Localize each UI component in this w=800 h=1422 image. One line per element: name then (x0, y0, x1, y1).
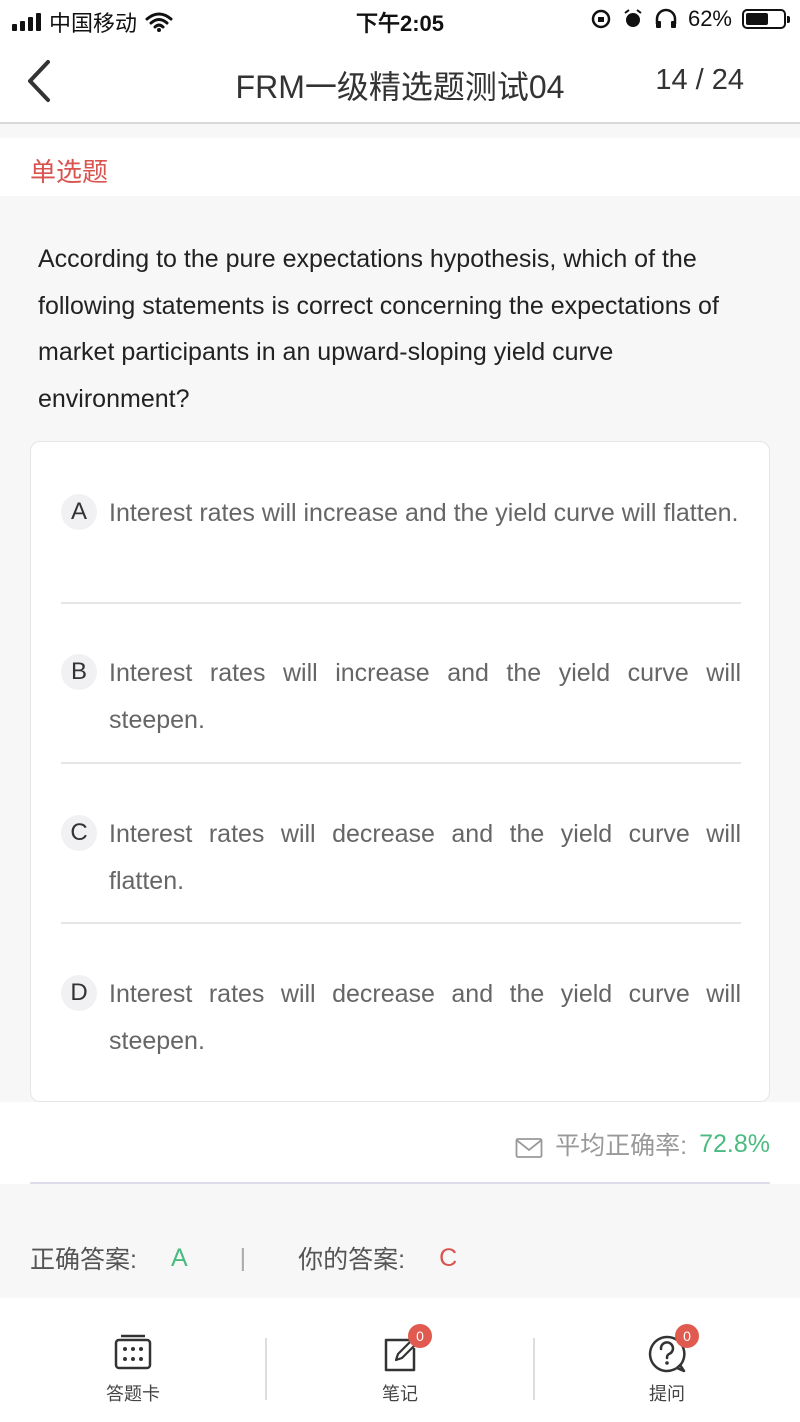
status-right: 62% (590, 6, 790, 32)
question-type-label: 单选题 (30, 157, 109, 187)
accuracy-value: 72.8% (699, 1129, 770, 1158)
option-c[interactable]: C Interest rates will decrease and the y… (61, 773, 741, 933)
option-letter: A (61, 494, 97, 530)
correct-answer-label: 正确答案: (30, 1246, 137, 1274)
answer-sheet-icon (114, 1334, 152, 1370)
option-divider (61, 922, 741, 924)
your-answer-value: C (439, 1243, 458, 1272)
accuracy-stat: 平均正确率: 72.8% (515, 1126, 770, 1162)
divider (30, 1182, 770, 1184)
option-divider (61, 762, 741, 764)
options-card: A Interest rates will increase and the y… (30, 441, 770, 1102)
tab-answer-sheet[interactable]: 答题卡 (0, 1298, 266, 1422)
your-answer-label: 你的答案: (298, 1246, 406, 1274)
option-text: Interest rates will decrease and the yie… (109, 980, 741, 1055)
headphones-icon (655, 8, 677, 28)
tab-label: 提问 (649, 1384, 685, 1404)
tab-ask-question[interactable]: 0 提问 (534, 1298, 800, 1422)
stats-area: 平均正确率: 72.8% (0, 1102, 800, 1184)
bottom-tab-bar: 答题卡 0 笔记 0 提问 (0, 1298, 800, 1422)
option-d[interactable]: D Interest rates will decrease and the y… (61, 933, 741, 1093)
status-bar: 中国移动 下午2:05 62% (0, 0, 800, 40)
accuracy-label: 平均正确率: (555, 1132, 688, 1160)
tab-label: 答题卡 (106, 1384, 160, 1404)
option-divider (61, 602, 741, 604)
question-badge: 0 (675, 1324, 699, 1348)
notes-badge: 0 (408, 1324, 432, 1348)
question-type-row: 单选题 (0, 138, 800, 196)
question-progress: 14 / 24 (655, 64, 744, 96)
rotation-lock-icon (591, 9, 611, 29)
option-letter: B (61, 654, 97, 690)
correct-answer-value: A (170, 1243, 188, 1272)
option-letter: D (61, 975, 97, 1011)
option-text: Interest rates will decrease and the yie… (109, 820, 741, 895)
answer-row: 正确答案: A | 你的答案: C (30, 1240, 457, 1276)
option-text: Interest rates will increase and the yie… (109, 499, 739, 527)
option-b[interactable]: B Interest rates will increase and the y… (61, 612, 741, 772)
nav-bar: FRM一级精选题测试04 14 / 24 (0, 40, 800, 124)
tab-notes[interactable]: 0 笔记 (267, 1298, 533, 1422)
battery-fill (746, 13, 769, 25)
battery-icon (742, 9, 790, 29)
tab-label: 笔记 (382, 1384, 418, 1404)
option-a[interactable]: A Interest rates will increase and the y… (61, 452, 741, 612)
question-text: According to the pure expectations hypot… (38, 245, 719, 413)
mail-icon (515, 1138, 543, 1158)
option-letter: C (61, 815, 97, 851)
battery-percent: 62% (687, 6, 732, 31)
option-text: Interest rates will increase and the yie… (109, 659, 741, 734)
alarm-icon (624, 9, 642, 27)
answer-separator: | (239, 1243, 247, 1272)
